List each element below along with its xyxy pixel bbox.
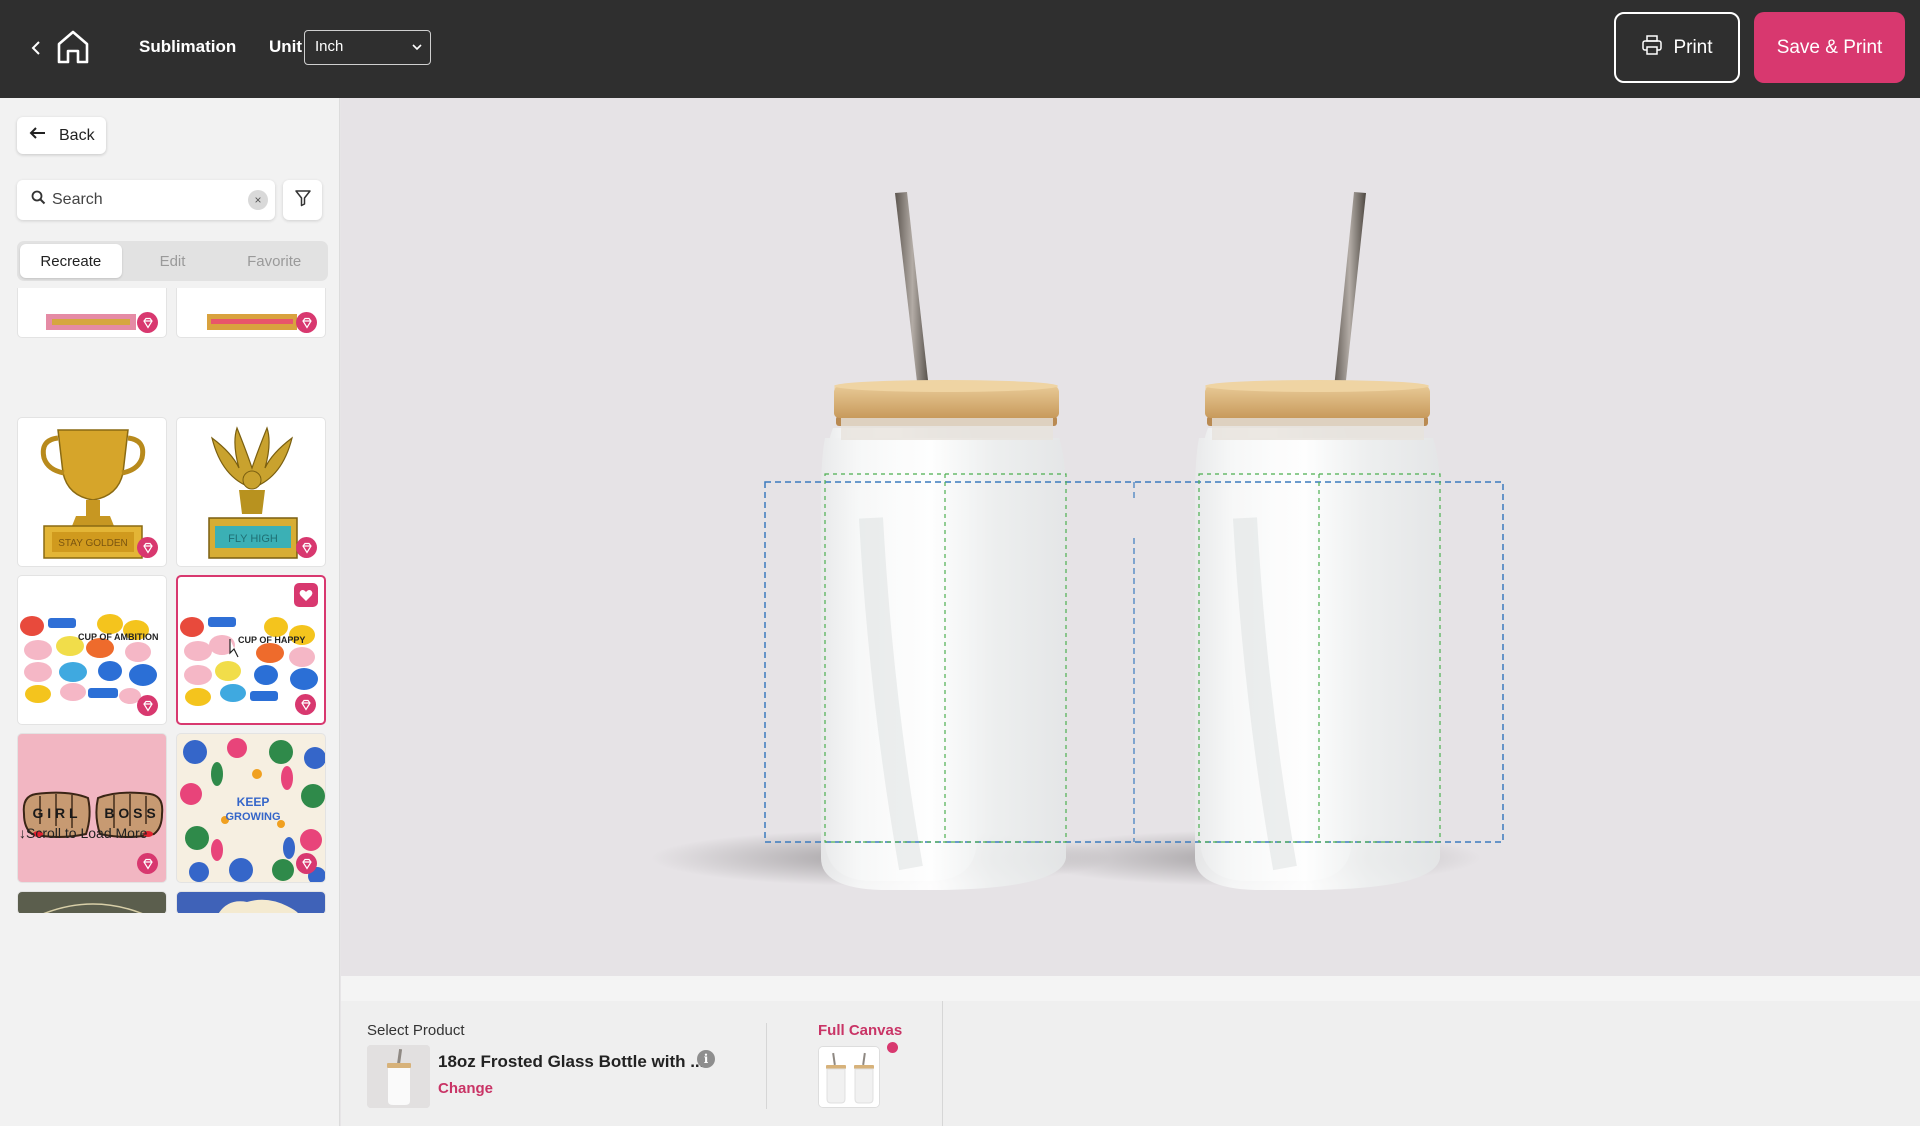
bottle-body-left — [821, 438, 1066, 890]
tab-favorite[interactable]: Favorite — [223, 244, 325, 278]
chevron-left-icon[interactable] — [26, 36, 46, 60]
app-title: Sublimation — [139, 37, 237, 56]
save-print-button[interactable]: Save & Print — [1754, 12, 1905, 83]
tab-edit[interactable]: Edit — [122, 244, 224, 278]
search-icon — [31, 190, 46, 210]
divider — [942, 1001, 943, 1126]
full-canvas-label: Full Canvas — [818, 1022, 903, 1039]
search-box: × — [17, 180, 275, 220]
design-grid: STAY GOLDEN FLY HIGH CUP OF AMBITION CUP… — [17, 288, 330, 913]
bottle-body-right — [1195, 438, 1440, 890]
back-button-label: Back — [59, 126, 95, 144]
product-thumbnail[interactable] — [367, 1045, 430, 1108]
design-sidebar: Back × Recreate Edit Favorite — [0, 98, 340, 1126]
save-print-button-label: Save & Print — [1776, 36, 1883, 58]
arrow-left-icon — [29, 126, 47, 145]
print-button-label: Print — [1673, 36, 1713, 58]
full-canvas-active-dot — [887, 1042, 898, 1053]
cup-of-ambition-text: CUP OF AMBITION — [78, 632, 159, 642]
full-canvas-thumbnail[interactable] — [818, 1046, 880, 1108]
filter-icon — [294, 189, 312, 212]
canvas-horizontal-scrollbar[interactable] — [341, 976, 1920, 1001]
chevron-down-icon — [411, 39, 423, 59]
svg-text:B O S S: B O S S — [104, 805, 155, 821]
divider — [766, 1023, 767, 1109]
design-tile-stay-golden[interactable]: STAY GOLDEN — [17, 417, 167, 567]
svg-text:KEEP: KEEP — [237, 795, 270, 809]
select-product-label: Select Product — [367, 1022, 465, 1039]
design-tile-partial-3[interactable] — [17, 891, 167, 913]
design-tile-fly-high[interactable]: FLY HIGH — [176, 417, 326, 567]
top-bar: Sublimation Unit Inch Print Save & Print — [0, 0, 1920, 98]
design-tile-girl-boss[interactable]: G I R L B O S S — [17, 733, 167, 883]
design-tile-cup-of-happy[interactable]: CUP OF HAPPY — [176, 575, 326, 725]
unit-label: Unit — [269, 37, 303, 56]
gem-icon — [137, 853, 158, 874]
printer-icon — [1641, 34, 1663, 62]
design-tile-partial-1[interactable] — [17, 288, 167, 338]
svg-text:G I R L: G I R L — [32, 805, 78, 821]
gem-icon — [295, 694, 316, 715]
cup-of-happy-text: CUP OF HAPPY — [238, 635, 305, 645]
filter-button[interactable] — [283, 180, 322, 220]
gem-icon — [137, 537, 158, 558]
design-tile-cup-of-ambition[interactable]: CUP OF AMBITION — [17, 575, 167, 725]
gem-icon — [296, 537, 317, 558]
search-input[interactable] — [52, 191, 232, 209]
design-canvas[interactable] — [341, 98, 1920, 976]
stay-golden-text: STAY GOLDEN — [58, 538, 127, 549]
fly-high-text: FLY HIGH — [228, 533, 278, 545]
gem-icon — [296, 312, 317, 333]
change-product-link[interactable]: Change — [438, 1080, 493, 1097]
design-tile-partial-2[interactable] — [176, 288, 326, 338]
unit-select[interactable]: Inch — [304, 30, 431, 65]
heart-icon[interactable] — [294, 583, 318, 607]
unit-select-value: Inch — [315, 38, 344, 55]
design-tile-partial-4[interactable] — [176, 891, 326, 913]
search-clear-button[interactable]: × — [248, 190, 268, 210]
scroll-to-load-more[interactable]: ↓Scroll to Load More — [19, 825, 147, 841]
gem-icon — [137, 312, 158, 333]
svg-text:GROWING: GROWING — [226, 811, 281, 823]
back-button[interactable]: Back — [17, 117, 106, 154]
product-panel: Select Product 18oz Frosted Glass Bottle… — [341, 1001, 1920, 1126]
info-icon[interactable]: i — [697, 1050, 715, 1068]
print-button[interactable]: Print — [1614, 12, 1740, 83]
gem-icon — [137, 695, 158, 716]
tab-recreate[interactable]: Recreate — [20, 244, 122, 278]
gem-icon — [296, 853, 317, 874]
design-tabs: Recreate Edit Favorite — [17, 241, 328, 281]
design-tile-keep-growing[interactable]: KEEP GROWING — [176, 733, 326, 883]
home-icon[interactable] — [55, 28, 91, 66]
product-name: 18oz Frosted Glass Bottle with ... — [438, 1052, 705, 1071]
